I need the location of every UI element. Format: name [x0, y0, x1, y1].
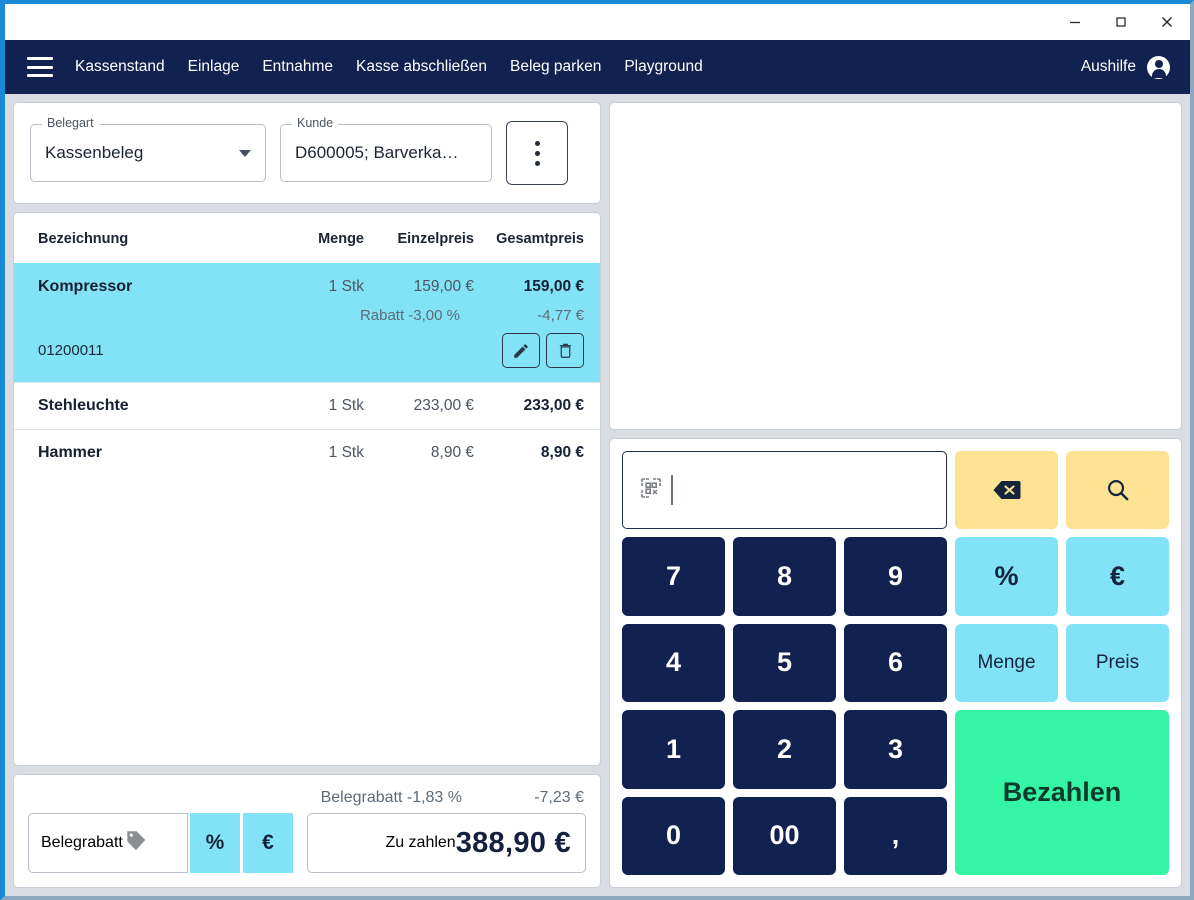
items-table: Bezeichnung Menge Einzelpreis Gesamtprei… [13, 212, 601, 766]
main-navigation-bar: Kassenstand Einlage Entnahme Kasse absch… [5, 40, 1190, 94]
document-discount-label: Belegrabatt -1,83 % [320, 789, 462, 806]
hamburger-icon[interactable] [27, 57, 53, 77]
key-9[interactable]: 9 [844, 537, 947, 616]
key-comma[interactable]: , [844, 796, 947, 875]
key-6[interactable]: 6 [844, 623, 947, 703]
receipt-header-form: Belegart Kassenbeleg Kunde D600005; Barv… [13, 102, 601, 204]
document-discount-value: -7,23 € [534, 789, 584, 806]
item-unit-price: 233,00 € [413, 397, 474, 414]
discount-input-group: Belegrabatt % € [28, 813, 293, 873]
customer-display-panel [609, 102, 1182, 430]
item-total-price: 233,00 € [523, 397, 584, 414]
minimize-button[interactable] [1052, 4, 1098, 40]
item-name: Hammer [38, 444, 103, 461]
amount-payable-label: Zu zahlen [385, 834, 456, 851]
kunde-field[interactable]: Kunde D600005; Barverka… [280, 116, 492, 182]
amount-payable-value: 388,90 € [455, 826, 571, 859]
items-table-header: Bezeichnung Menge Einzelpreis Gesamtprei… [14, 213, 600, 263]
main-content: Belegart Kassenbeleg Kunde D600005; Barv… [5, 94, 1190, 896]
nav-item-entnahme[interactable]: Entnahme [262, 58, 333, 76]
item-unit-price: 8,90 € [430, 444, 474, 461]
euro-button[interactable]: € [1066, 537, 1169, 616]
row-footer-line: 01200011 [38, 333, 584, 368]
row-main-line: Hammer 1 Stk 8,90 € 8,90 € [38, 444, 584, 462]
backspace-button[interactable] [955, 451, 1058, 530]
text-cursor [671, 475, 673, 506]
nav-item-kasse-abschliessen[interactable]: Kasse abschließen [356, 58, 487, 76]
app-window: Kassenstand Einlage Entnahme Kasse absch… [0, 0, 1194, 900]
belegart-label: Belegart [42, 116, 99, 130]
table-row[interactable]: Kompressor 1 Stk 159,00 € 159,00 € Rabat… [14, 263, 600, 382]
menge-button[interactable]: Menge [955, 623, 1058, 703]
column-header-menge: Menge [318, 231, 364, 247]
item-unit-price: 159,00 € [413, 278, 474, 295]
user-menu[interactable]: Aushilfe [1080, 55, 1170, 79]
qr-scan-icon [639, 476, 663, 505]
totals-panel: Belegrabatt -1,83 % -7,23 € Belegrabatt [13, 774, 601, 888]
items-table-body: Kompressor 1 Stk 159,00 € 159,00 € Rabat… [14, 263, 600, 765]
key-4[interactable]: 4 [622, 623, 725, 703]
item-article-number: 01200011 [38, 342, 104, 359]
price-tag-icon [123, 828, 149, 859]
item-name: Kompressor [38, 278, 133, 295]
discount-percent-button[interactable]: % [190, 813, 240, 873]
chevron-down-icon [239, 149, 251, 157]
pay-button[interactable]: Bezahlen [955, 710, 1169, 875]
kunde-value: D600005; Barverka… [295, 143, 459, 162]
discount-input[interactable]: Belegrabatt [28, 813, 188, 873]
item-total-price: 159,00 € [523, 278, 584, 295]
row-main-line: Kompressor 1 Stk 159,00 € 159,00 € [38, 278, 584, 296]
preis-button[interactable]: Preis [1066, 623, 1169, 703]
totals-row: Belegrabatt % € Zu zahlen 388,90 € [28, 813, 586, 873]
receipt-column: Belegart Kassenbeleg Kunde D600005; Barv… [13, 102, 601, 888]
item-discount-label: Rabatt -3,00 % [359, 307, 460, 324]
key-1[interactable]: 1 [622, 710, 725, 789]
belegart-value: Kassenbeleg [45, 143, 144, 162]
kunde-label: Kunde [292, 116, 339, 130]
item-quantity: 1 Stk [328, 278, 364, 295]
scan-input[interactable] [622, 451, 947, 530]
document-discount-line: Belegrabatt -1,83 % -7,23 € [28, 781, 586, 813]
nav-item-einlage[interactable]: Einlage [188, 58, 240, 76]
key-8[interactable]: 8 [733, 537, 836, 616]
column-header-gesamtpreis: Gesamtpreis [496, 231, 584, 247]
delete-item-button[interactable] [546, 333, 584, 368]
discount-input-label: Belegrabatt [41, 834, 123, 851]
numeric-keypad: 7 8 9 % € 4 5 6 Menge Preis 1 2 3 Bezahl… [609, 438, 1182, 888]
key-00[interactable]: 00 [733, 796, 836, 875]
item-name: Stehleuchte [38, 397, 129, 414]
discount-euro-button[interactable]: € [243, 813, 293, 873]
maximize-button[interactable] [1098, 4, 1144, 40]
title-bar [5, 4, 1190, 40]
item-quantity: 1 Stk [328, 444, 364, 461]
row-discount-line: Rabatt -3,00 % -4,77 € [38, 307, 584, 324]
edit-item-button[interactable] [502, 333, 540, 368]
amount-payable-field: Zu zahlen 388,90 € [307, 813, 586, 873]
key-7[interactable]: 7 [622, 537, 725, 616]
row-main-line: Stehleuchte 1 Stk 233,00 € 233,00 € [38, 397, 584, 415]
close-button[interactable] [1144, 4, 1190, 40]
table-row[interactable]: Hammer 1 Stk 8,90 € 8,90 € [14, 429, 600, 476]
percent-button[interactable]: % [955, 537, 1058, 616]
column-header-bezeichnung: Bezeichnung [38, 231, 129, 247]
key-5[interactable]: 5 [733, 623, 836, 703]
belegart-select[interactable]: Belegart Kassenbeleg [30, 116, 266, 182]
nav-item-beleg-parken[interactable]: Beleg parken [510, 58, 601, 76]
item-quantity: 1 Stk [328, 397, 364, 414]
key-2[interactable]: 2 [733, 710, 836, 789]
nav-item-playground[interactable]: Playground [624, 58, 702, 76]
search-button[interactable] [1066, 451, 1169, 530]
keypad-column: 7 8 9 % € 4 5 6 Menge Preis 1 2 3 Bezahl… [609, 102, 1182, 888]
key-3[interactable]: 3 [844, 710, 947, 789]
item-discount-value: -4,77 € [537, 307, 584, 324]
table-row[interactable]: Stehleuchte 1 Stk 233,00 € 233,00 € [14, 382, 600, 429]
column-header-einzelpreis: Einzelpreis [397, 231, 474, 247]
item-total-price: 8,90 € [540, 444, 584, 461]
account-circle-icon [1147, 55, 1170, 79]
row-action-buttons [502, 333, 584, 368]
user-name-label: Aushilfe [1080, 58, 1136, 75]
kebab-menu-icon[interactable] [506, 121, 568, 185]
key-0[interactable]: 0 [622, 796, 725, 875]
nav-item-kassenstand[interactable]: Kassenstand [75, 58, 165, 76]
